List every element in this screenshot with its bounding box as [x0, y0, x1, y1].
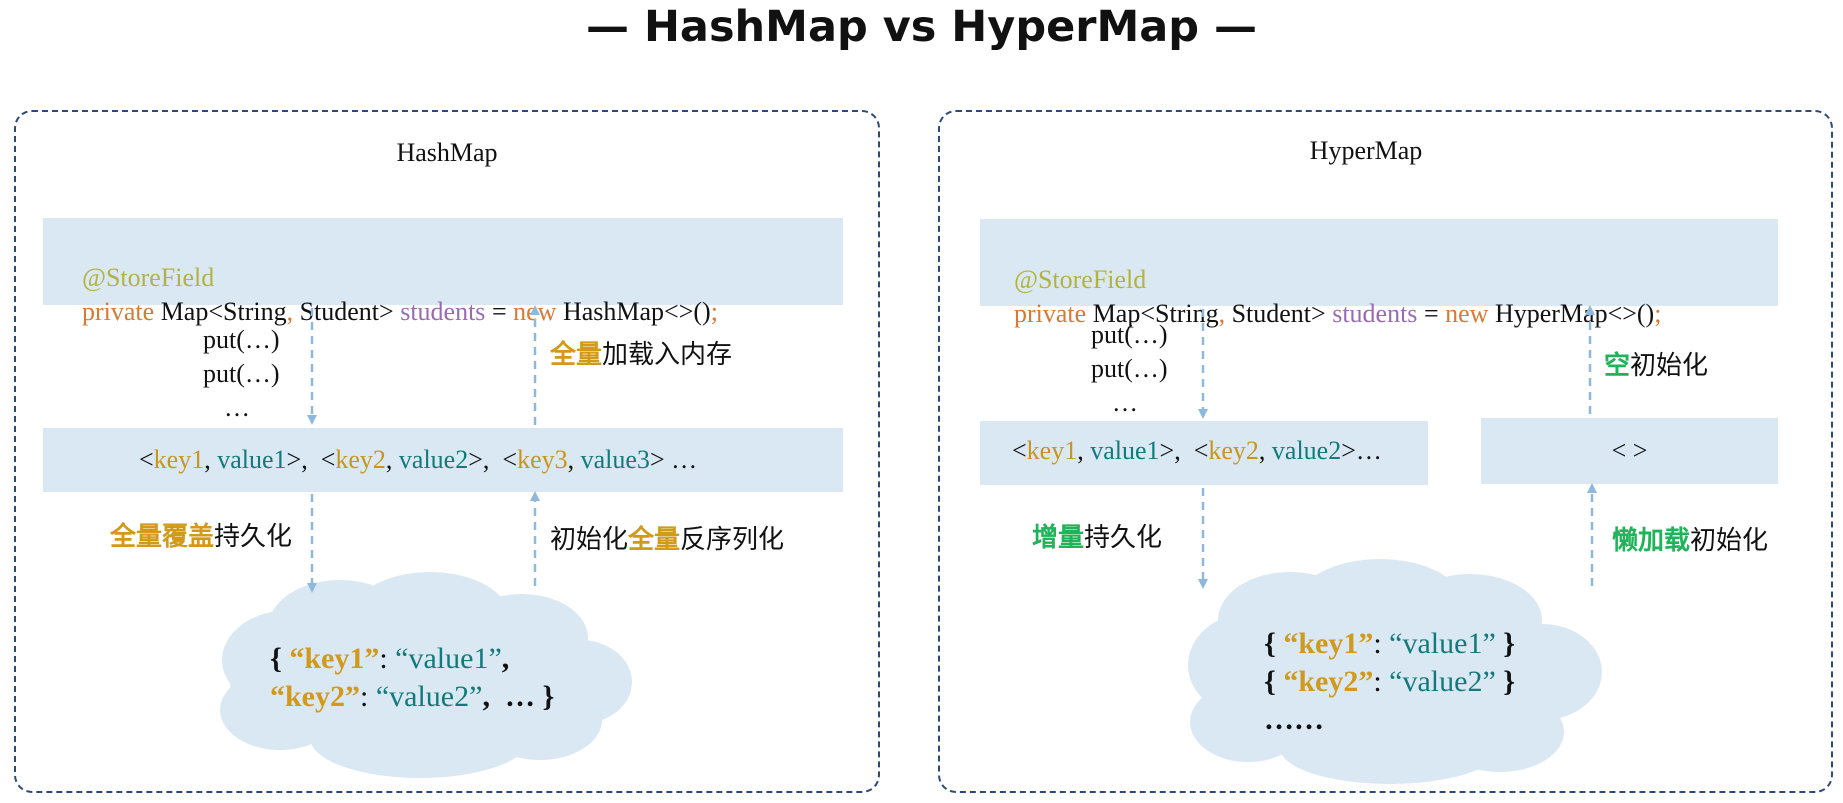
colon: : — [379, 642, 396, 675]
json-value: “value2” — [375, 680, 483, 713]
json-key: “key2” — [1283, 665, 1374, 698]
hypermap-cloud-json: { “key1”: “value1” } { “key2”: “value2” … — [1264, 625, 1515, 739]
colon: : — [1373, 627, 1390, 660]
json-key: “key1” — [1283, 627, 1374, 660]
json-key: “key1” — [289, 642, 380, 675]
brace: } — [1495, 627, 1516, 660]
colon: : — [360, 680, 376, 713]
ellipsis-text: …… — [1264, 703, 1324, 736]
json-value: “value1” — [1389, 627, 1496, 660]
brace: } — [1495, 665, 1516, 698]
colon: : — [1373, 665, 1390, 698]
brace: , … } — [482, 680, 555, 713]
brace: { — [1264, 665, 1284, 698]
brace: { — [270, 642, 290, 675]
brace: { — [1264, 627, 1284, 660]
hashmap-cloud-json: { “key1”: “value1”, “key2”: “value2”, … … — [270, 640, 554, 716]
json-key: “key2” — [270, 680, 360, 713]
json-value: “value2” — [1389, 665, 1496, 698]
json-value: “value1” — [395, 642, 502, 675]
comma: , — [501, 642, 510, 675]
